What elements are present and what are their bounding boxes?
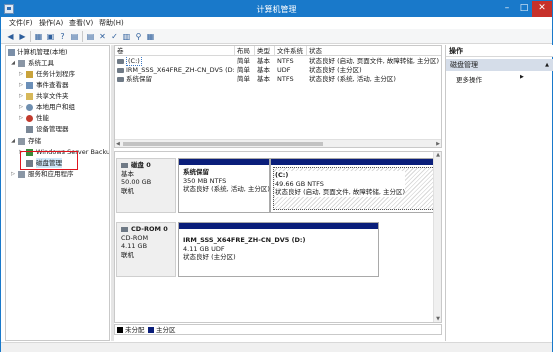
menu-help[interactable]: 帮助(H) xyxy=(99,18,124,28)
actions-header: 操作 xyxy=(446,45,553,57)
collapsed-arrow-icon[interactable]: ▷ xyxy=(18,113,24,123)
properties-icon[interactable]: ▣ xyxy=(45,31,56,42)
title-bar: 计算机管理 – □ ✕ xyxy=(1,1,552,17)
column-header-filesystem[interactable]: 文件系统 xyxy=(275,46,307,56)
computer-management-window: 计算机管理 – □ ✕ 文件(F) 操作(A) 查看(V) 帮助(H) ◀ ▶ … xyxy=(0,0,553,352)
volume-row[interactable]: (C:) 简单 基本 NTFS 状态良好 (启动, 页面文件, 故障转储, 主分… xyxy=(115,57,441,66)
primary-partition-bar xyxy=(271,159,439,165)
collapsed-arrow-icon[interactable]: ▷ xyxy=(10,169,16,179)
status-bar xyxy=(1,342,552,352)
help-icon[interactable]: ? xyxy=(57,31,68,42)
toolbar: ◀ ▶ ▦ ▣ ? ▤ ▤ ✕ ✓ ▥ ⚲ ▦ xyxy=(1,29,552,44)
horizontal-scrollbar[interactable]: ◀ ▶ xyxy=(115,139,441,147)
volume-row[interactable]: IRM_SSS_X64FRE_ZH-CN_DV5 (D:) 简单 基本 UDF … xyxy=(115,66,441,75)
legend: 未分配 主分区 xyxy=(114,324,442,335)
volume-icon xyxy=(117,59,124,64)
event-log-icon xyxy=(26,82,33,89)
partition-c-drive[interactable]: (C:) 49.66 GB NTFS 状态良好 (启动, 页面文件, 故障转储,… xyxy=(270,158,440,213)
scroll-thumb[interactable] xyxy=(123,142,323,146)
primary-partition-bar xyxy=(179,223,378,229)
partition-d-drive[interactable]: IRM_SSS_X64FRE_ZH-CN_DV5 (D:) 4.11 GB UD… xyxy=(178,222,379,277)
device-manager-icon xyxy=(26,126,33,133)
clock-icon xyxy=(26,71,33,78)
tools-icon xyxy=(18,60,25,67)
disk-map: 磁盘 0 基本 50.00 GB 联机 系统保留 350 MB NTFS 状态良… xyxy=(114,151,442,323)
legend-label-primary: 主分区 xyxy=(156,326,176,334)
scroll-down-icon[interactable]: ▼ xyxy=(434,316,442,322)
volume-list-header: 卷 布局 类型 文件系统 状态 xyxy=(115,46,441,56)
partition-system-reserved[interactable]: 系统保留 350 MB NTFS 状态良好 (系统, 活动, 主分区) xyxy=(178,158,270,213)
forward-icon[interactable]: ▶ xyxy=(17,31,28,42)
highlight-annotation xyxy=(20,151,78,170)
volume-row[interactable]: 系统保留 简单 基本 NTFS 状态良好 (系统, 活动, 主分区) xyxy=(115,75,441,84)
check-icon[interactable]: ✓ xyxy=(109,31,120,42)
column-header-volume[interactable]: 卷 xyxy=(115,46,235,56)
delete-icon[interactable]: ✕ xyxy=(97,31,108,42)
menu-view[interactable]: 查看(V) xyxy=(69,18,93,28)
actions-pane: 操作 磁盘管理 ▲ 更多操作 ▶ xyxy=(445,45,553,341)
more-actions-item[interactable]: 更多操作 ▶ xyxy=(456,74,524,84)
expanded-arrow-icon[interactable]: ◢ xyxy=(10,136,16,146)
connect-icon[interactable]: ▤ xyxy=(85,31,96,42)
toolbar-separator xyxy=(82,31,83,42)
disk-icon xyxy=(121,162,128,168)
disk-0-label[interactable]: 磁盘 0 基本 50.00 GB 联机 xyxy=(116,158,176,213)
scroll-left-icon[interactable]: ◀ xyxy=(116,140,120,148)
menu-action[interactable]: 操作(A) xyxy=(39,18,63,28)
show-pane-icon[interactable]: ▤ xyxy=(69,31,80,42)
legend-swatch-primary xyxy=(148,327,154,333)
collapsed-arrow-icon[interactable]: ▷ xyxy=(18,91,24,101)
up-folder-icon[interactable]: ▦ xyxy=(33,31,44,42)
legend-label-unallocated: 未分配 xyxy=(125,326,145,334)
maximize-button[interactable]: □ xyxy=(515,1,533,17)
collapse-up-icon[interactable]: ▲ xyxy=(545,59,549,71)
vertical-scrollbar[interactable]: ▲ ▼ xyxy=(433,152,441,322)
primary-partition-bar xyxy=(179,159,269,165)
volume-list: 卷 布局 类型 文件系统 状态 (C:) 简单 基本 NTFS 状态良好 (启动… xyxy=(114,45,442,148)
search-icon[interactable]: ⚲ xyxy=(133,31,144,42)
collapsed-arrow-icon[interactable]: ▷ xyxy=(18,102,24,112)
expanded-arrow-icon[interactable]: ◢ xyxy=(10,58,16,68)
column-header-status[interactable]: 状态 xyxy=(307,46,441,56)
cd-rom-icon xyxy=(121,226,128,232)
menu-file[interactable]: 文件(F) xyxy=(9,18,33,28)
scroll-right-icon[interactable]: ▶ xyxy=(436,140,440,148)
users-icon xyxy=(26,104,33,111)
performance-icon xyxy=(26,115,33,122)
close-button[interactable]: ✕ xyxy=(532,1,552,17)
storage-icon xyxy=(18,138,25,145)
cd-rom-icon xyxy=(117,68,124,73)
collapsed-arrow-icon[interactable]: ▷ xyxy=(18,80,24,90)
actions-section-disk-management[interactable]: 磁盘管理 ▲ xyxy=(446,59,553,71)
column-header-type[interactable]: 类型 xyxy=(255,46,275,56)
services-icon xyxy=(18,171,25,178)
legend-swatch-unallocated xyxy=(117,327,123,333)
minimize-button[interactable]: – xyxy=(498,1,516,17)
open-icon[interactable]: ▥ xyxy=(121,31,132,42)
collapsed-arrow-icon[interactable]: ▷ xyxy=(18,69,24,79)
column-header-layout[interactable]: 布局 xyxy=(235,46,255,56)
scroll-up-icon[interactable]: ▲ xyxy=(434,152,442,158)
cd-rom-0-label[interactable]: CD-ROM 0 CD-ROM 4.11 GB 联机 xyxy=(116,222,176,277)
view-icon[interactable]: ▦ xyxy=(145,31,156,42)
computer-icon xyxy=(8,49,15,56)
menu-bar: 文件(F) 操作(A) 查看(V) 帮助(H) xyxy=(1,17,552,29)
navigation-tree: 计算机管理(本地) ◢ 系统工具 ▷ 任务计划程序 ▷ 事件查看器 ▷ 共享文件… xyxy=(5,45,110,341)
shared-folder-icon xyxy=(26,93,33,100)
toolbar-separator xyxy=(30,31,31,42)
volume-icon xyxy=(117,77,124,82)
back-icon[interactable]: ◀ xyxy=(5,31,16,42)
window-title: 计算机管理 xyxy=(256,5,297,14)
submenu-arrow-icon: ▶ xyxy=(520,74,524,80)
